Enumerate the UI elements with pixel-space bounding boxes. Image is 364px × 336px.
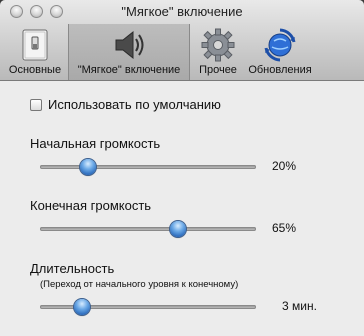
duration-knob[interactable] bbox=[74, 299, 90, 315]
start-volume-knob[interactable] bbox=[80, 159, 96, 175]
end-volume-knob[interactable] bbox=[170, 221, 186, 237]
end-volume-label: Конечная громкость bbox=[30, 198, 152, 213]
toolbar-item-updates[interactable]: Обновления bbox=[244, 24, 316, 80]
speaker-icon bbox=[109, 28, 149, 67]
gear-icon bbox=[201, 28, 235, 67]
settings-pane: Использовать по умолчанию Начальная гром… bbox=[0, 81, 364, 336]
titlebar: "Мягкое" включение Основные "Мягкое" вкл… bbox=[0, 0, 364, 81]
start-volume-label: Начальная громкость bbox=[30, 136, 161, 151]
toolbar-item-soft-start[interactable]: "Мягкое" включение bbox=[68, 24, 190, 80]
switch-icon bbox=[19, 28, 51, 67]
duration-track[interactable] bbox=[40, 305, 256, 309]
preferences-window: "Мягкое" включение Основные "Мягкое" вкл… bbox=[0, 0, 364, 336]
toolbar-item-other[interactable]: Прочее bbox=[192, 24, 244, 80]
toolbar-item-general-label: Основные bbox=[8, 64, 62, 76]
duration-label: Длительность bbox=[30, 261, 115, 276]
use-default-row[interactable]: Использовать по умолчанию bbox=[30, 97, 221, 112]
window-title: "Мягкое" включение bbox=[121, 4, 243, 19]
duration-value: 3 мин. bbox=[282, 299, 317, 313]
toolbar-item-updates-label: Обновления bbox=[248, 64, 312, 76]
use-default-label[interactable]: Использовать по умолчанию bbox=[48, 97, 221, 112]
toolbar-item-general[interactable]: Основные bbox=[4, 24, 66, 80]
toolbar-item-soft-start-label: "Мягкое" включение bbox=[77, 64, 181, 76]
start-volume-value: 20% bbox=[272, 159, 297, 173]
toolbar-item-other-label: Прочее bbox=[199, 64, 237, 76]
end-volume-slider[interactable] bbox=[40, 221, 256, 237]
duration-sublabel: (Переход от начального уровня к конечном… bbox=[40, 279, 239, 290]
start-volume-slider[interactable] bbox=[40, 159, 256, 175]
end-volume-track[interactable] bbox=[40, 227, 256, 231]
use-default-checkbox[interactable] bbox=[30, 98, 42, 111]
start-volume-track[interactable] bbox=[40, 165, 256, 169]
duration-slider[interactable] bbox=[40, 299, 256, 315]
end-volume-value: 65% bbox=[272, 221, 297, 235]
sync-globe-icon bbox=[263, 28, 297, 67]
